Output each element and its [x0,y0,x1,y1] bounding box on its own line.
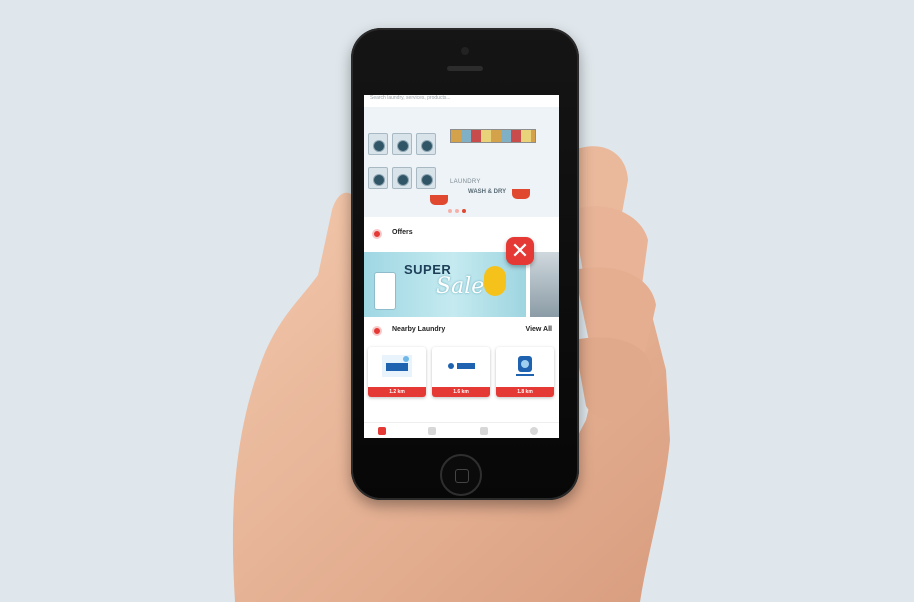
banner-title: WASH & DRY [468,189,507,195]
laundry-logo-icon [382,355,412,377]
detergent-bottle-icon [374,272,396,310]
washing-machine-icon [368,167,388,189]
nearby-icon [372,326,382,336]
view-all-link[interactable]: View All [526,326,552,333]
profile-icon[interactable] [530,427,538,435]
search-icon[interactable] [428,427,436,435]
close-offer-button[interactable]: ✕ [506,237,534,265]
carousel-dot[interactable] [448,209,452,213]
nearby-header: Nearby Laundry View All [372,325,552,337]
washing-machine-icon [416,133,436,155]
offers-icon [372,229,382,239]
offers-title: Offers [392,229,413,236]
laundry-logo-icon [448,363,475,369]
laundry-card[interactable]: 1.2 km [368,347,426,397]
distance-label: 1.2 km [368,387,426,397]
washing-machine-icon [416,167,436,189]
next-offer-preview[interactable] [530,252,559,317]
front-camera-icon [461,47,469,55]
discount-badge [484,266,506,296]
home-icon[interactable] [378,427,386,435]
washing-machine-icon [368,133,388,155]
carousel-dot-active[interactable] [462,209,466,213]
search-bar[interactable]: Search laundry, services, products... [370,95,550,105]
washing-machine-icon [392,133,412,155]
banner-label: LAUNDRY [450,179,481,185]
distance-label: 1.6 km [432,387,490,397]
nearby-title: Nearby Laundry [392,326,446,333]
carousel-dot[interactable] [455,209,459,213]
home-button[interactable] [440,454,482,496]
hero-banner[interactable]: LAUNDRY WASH & DRY [364,107,559,217]
distance-label: 1.8 km [496,387,554,397]
earpiece-speaker [447,66,483,71]
laundry-logo-icon [516,356,534,376]
promo-word-sale: Sale [436,274,485,299]
offer-banner[interactable]: SUPER Sale [364,252,526,317]
laundry-card[interactable]: 1.8 km [496,347,554,397]
orders-icon[interactable] [480,427,488,435]
laundry-basket-icon [512,189,530,199]
app-screen: Search laundry, services, products... LA… [364,95,559,438]
bottom-navigation [364,422,559,438]
detergent-shelf [450,129,536,143]
laundry-basket-icon [430,195,448,205]
washing-machine-icon [392,167,412,189]
laundry-card[interactable]: 1.6 km [432,347,490,397]
